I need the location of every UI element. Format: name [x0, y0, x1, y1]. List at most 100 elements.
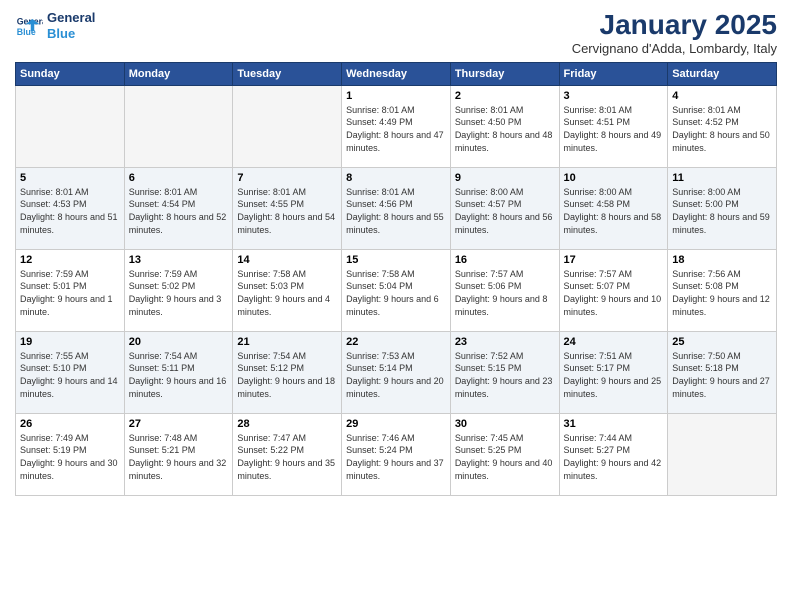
header-sunday: Sunday: [16, 62, 125, 85]
day-info: Sunrise: 8:01 AM Sunset: 4:49 PM Dayligh…: [346, 104, 446, 154]
day-info: Sunrise: 8:01 AM Sunset: 4:51 PM Dayligh…: [564, 104, 664, 154]
day-number: 8: [346, 172, 446, 184]
calendar-cell-w2-d6: 11 Sunrise: 8:00 AM Sunset: 5:00 PM Dayli…: [668, 167, 777, 249]
day-info: Sunrise: 7:52 AM Sunset: 5:15 PM Dayligh…: [455, 350, 555, 400]
day-info: Sunrise: 8:01 AM Sunset: 4:56 PM Dayligh…: [346, 186, 446, 236]
day-number: 2: [455, 90, 555, 102]
calendar-cell-w4-d6: 25 Sunrise: 7:50 AM Sunset: 5:18 PM Dayli…: [668, 331, 777, 413]
logo-text-general: General: [47, 10, 95, 26]
day-number: 22: [346, 336, 446, 348]
day-info: Sunrise: 7:44 AM Sunset: 5:27 PM Dayligh…: [564, 432, 664, 482]
day-number: 1: [346, 90, 446, 102]
calendar-cell-w3-d6: 18 Sunrise: 7:56 AM Sunset: 5:08 PM Dayli…: [668, 249, 777, 331]
calendar-cell-w1-d6: 4 Sunrise: 8:01 AM Sunset: 4:52 PM Daylig…: [668, 85, 777, 167]
day-info: Sunrise: 8:01 AM Sunset: 4:55 PM Dayligh…: [237, 186, 337, 236]
day-info: Sunrise: 7:48 AM Sunset: 5:21 PM Dayligh…: [129, 432, 229, 482]
calendar-cell-w3-d0: 12Sunrise: 7:59 AM Sunset: 5:01 PM Dayli…: [16, 249, 125, 331]
week-row-4: 19Sunrise: 7:55 AM Sunset: 5:10 PM Dayli…: [16, 331, 777, 413]
day-number: 15: [346, 254, 446, 266]
header-thursday: Thursday: [450, 62, 559, 85]
week-row-5: 26 Sunrise: 7:49 AM Sunset: 5:19 PM Dayli…: [16, 413, 777, 495]
calendar-cell-w1-d1: [124, 85, 233, 167]
day-number: 16: [455, 254, 555, 266]
header-saturday: Saturday: [668, 62, 777, 85]
header-wednesday: Wednesday: [342, 62, 451, 85]
day-number: 21: [237, 336, 337, 348]
day-number: 17: [564, 254, 664, 266]
calendar-cell-w3-d5: 17Sunrise: 7:57 AM Sunset: 5:07 PM Dayli…: [559, 249, 668, 331]
day-number: 10: [564, 172, 664, 184]
logo-icon: General Blue: [15, 12, 43, 40]
day-info: Sunrise: 7:59 AM Sunset: 5:01 PM Dayligh…: [20, 268, 120, 318]
calendar-table: Sunday Monday Tuesday Wednesday Thursday…: [15, 62, 777, 496]
day-info: Sunrise: 8:01 AM Sunset: 4:53 PM Dayligh…: [20, 186, 120, 236]
calendar-cell-w2-d4: 9 Sunrise: 8:00 AM Sunset: 4:57 PM Daylig…: [450, 167, 559, 249]
calendar-cell-w5-d2: 28Sunrise: 7:47 AM Sunset: 5:22 PM Dayli…: [233, 413, 342, 495]
day-number: 30: [455, 418, 555, 430]
calendar-cell-w2-d3: 8 Sunrise: 8:01 AM Sunset: 4:56 PM Daylig…: [342, 167, 451, 249]
day-number: 25: [672, 336, 772, 348]
day-info: Sunrise: 7:50 AM Sunset: 5:18 PM Dayligh…: [672, 350, 772, 400]
week-row-3: 12Sunrise: 7:59 AM Sunset: 5:01 PM Dayli…: [16, 249, 777, 331]
day-number: 6: [129, 172, 229, 184]
day-info: Sunrise: 7:57 AM Sunset: 5:06 PM Dayligh…: [455, 268, 555, 318]
day-info: Sunrise: 7:58 AM Sunset: 5:03 PM Dayligh…: [237, 268, 337, 318]
calendar-cell-w3-d1: 13 Sunrise: 7:59 AM Sunset: 5:02 PM Dayli…: [124, 249, 233, 331]
day-number: 20: [129, 336, 229, 348]
day-number: 11: [672, 172, 772, 184]
day-number: 28: [237, 418, 337, 430]
calendar-cell-w4-d2: 21 Sunrise: 7:54 AM Sunset: 5:12 PM Dayli…: [233, 331, 342, 413]
calendar-cell-w4-d5: 24Sunrise: 7:51 AM Sunset: 5:17 PM Dayli…: [559, 331, 668, 413]
day-info: Sunrise: 8:01 AM Sunset: 4:54 PM Dayligh…: [129, 186, 229, 236]
calendar-cell-w5-d4: 30 Sunrise: 7:45 AM Sunset: 5:25 PM Dayli…: [450, 413, 559, 495]
day-info: Sunrise: 7:58 AM Sunset: 5:04 PM Dayligh…: [346, 268, 446, 318]
day-info: Sunrise: 8:00 AM Sunset: 4:58 PM Dayligh…: [564, 186, 664, 236]
day-info: Sunrise: 7:59 AM Sunset: 5:02 PM Dayligh…: [129, 268, 229, 318]
day-number: 26: [20, 418, 120, 430]
header-monday: Monday: [124, 62, 233, 85]
day-number: 18: [672, 254, 772, 266]
logo-text-blue: Blue: [47, 26, 95, 42]
day-info: Sunrise: 7:49 AM Sunset: 5:19 PM Dayligh…: [20, 432, 120, 482]
week-row-2: 5 Sunrise: 8:01 AM Sunset: 4:53 PM Daylig…: [16, 167, 777, 249]
calendar-cell-w4-d1: 20 Sunrise: 7:54 AM Sunset: 5:11 PM Dayli…: [124, 331, 233, 413]
calendar-cell-w1-d2: [233, 85, 342, 167]
calendar-cell-w5-d3: 29 Sunrise: 7:46 AM Sunset: 5:24 PM Dayli…: [342, 413, 451, 495]
day-number: 13: [129, 254, 229, 266]
header-friday: Friday: [559, 62, 668, 85]
day-info: Sunrise: 7:45 AM Sunset: 5:25 PM Dayligh…: [455, 432, 555, 482]
day-number: 27: [129, 418, 229, 430]
day-info: Sunrise: 7:46 AM Sunset: 5:24 PM Dayligh…: [346, 432, 446, 482]
calendar-cell-w3-d2: 14Sunrise: 7:58 AM Sunset: 5:03 PM Dayli…: [233, 249, 342, 331]
calendar-cell-w2-d5: 10 Sunrise: 8:00 AM Sunset: 4:58 PM Dayli…: [559, 167, 668, 249]
day-number: 4: [672, 90, 772, 102]
calendar-cell-w5-d0: 26 Sunrise: 7:49 AM Sunset: 5:19 PM Dayli…: [16, 413, 125, 495]
day-number: 19: [20, 336, 120, 348]
month-title: January 2025: [572, 10, 777, 41]
calendar-cell-w1-d4: 2Sunrise: 8:01 AM Sunset: 4:50 PM Daylig…: [450, 85, 559, 167]
day-number: 5: [20, 172, 120, 184]
day-number: 9: [455, 172, 555, 184]
day-info: Sunrise: 7:54 AM Sunset: 5:11 PM Dayligh…: [129, 350, 229, 400]
calendar-cell-w5-d5: 31 Sunrise: 7:44 AM Sunset: 5:27 PM Dayli…: [559, 413, 668, 495]
calendar-cell-w2-d2: 7 Sunrise: 8:01 AM Sunset: 4:55 PM Daylig…: [233, 167, 342, 249]
day-info: Sunrise: 8:01 AM Sunset: 4:52 PM Dayligh…: [672, 104, 772, 154]
day-info: Sunrise: 7:54 AM Sunset: 5:12 PM Dayligh…: [237, 350, 337, 400]
calendar-cell-w3-d3: 15 Sunrise: 7:58 AM Sunset: 5:04 PM Dayli…: [342, 249, 451, 331]
calendar-cell-w1-d3: 1 Sunrise: 8:01 AM Sunset: 4:49 PM Daylig…: [342, 85, 451, 167]
calendar-cell-w5-d1: 27 Sunrise: 7:48 AM Sunset: 5:21 PM Dayli…: [124, 413, 233, 495]
day-number: 24: [564, 336, 664, 348]
day-number: 3: [564, 90, 664, 102]
page: General Blue General Blue January 2025 C…: [0, 0, 792, 612]
week-row-1: 1 Sunrise: 8:01 AM Sunset: 4:49 PM Daylig…: [16, 85, 777, 167]
calendar-cell-w2-d1: 6 Sunrise: 8:01 AM Sunset: 4:54 PM Daylig…: [124, 167, 233, 249]
day-number: 7: [237, 172, 337, 184]
day-number: 29: [346, 418, 446, 430]
logo: General Blue General Blue: [15, 10, 95, 41]
day-info: Sunrise: 8:00 AM Sunset: 5:00 PM Dayligh…: [672, 186, 772, 236]
day-info: Sunrise: 8:00 AM Sunset: 4:57 PM Dayligh…: [455, 186, 555, 236]
calendar-cell-w4-d0: 19Sunrise: 7:55 AM Sunset: 5:10 PM Dayli…: [16, 331, 125, 413]
calendar-cell-w1-d0: [16, 85, 125, 167]
day-info: Sunrise: 7:56 AM Sunset: 5:08 PM Dayligh…: [672, 268, 772, 318]
day-number: 31: [564, 418, 664, 430]
